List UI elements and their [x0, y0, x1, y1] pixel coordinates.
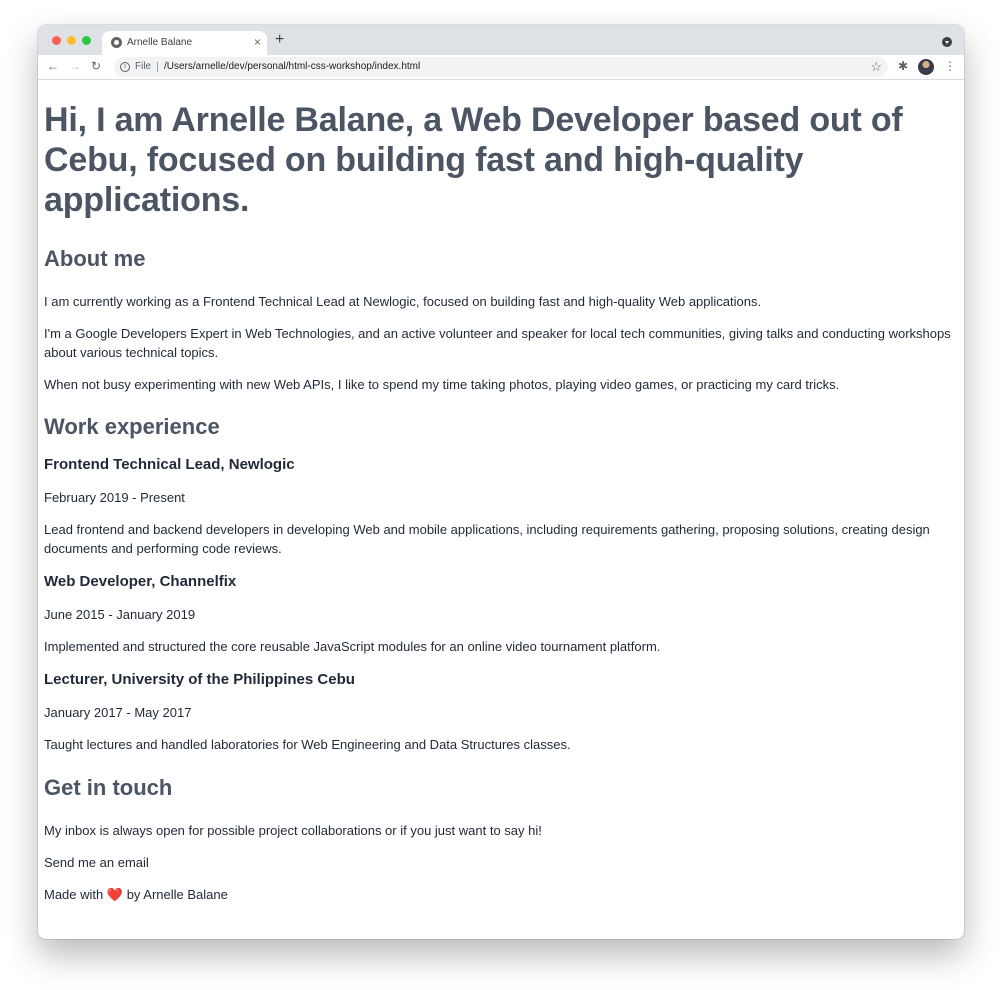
job-description: Taught lectures and handled laboratories…: [44, 737, 571, 752]
address-bar[interactable]: i File /Users/arnelle/dev/personal/html-…: [114, 57, 888, 77]
job-dates: February 2019 - Present: [44, 490, 185, 505]
tab-strip: Arnelle Balane × +: [38, 25, 964, 55]
new-tab-button[interactable]: +: [275, 32, 284, 48]
minimize-window-button[interactable]: [67, 36, 76, 45]
kebab-menu-icon[interactable]: ⋮: [944, 59, 956, 73]
close-tab-icon[interactable]: ×: [254, 35, 261, 49]
profile-avatar[interactable]: [918, 59, 934, 75]
url-text[interactable]: /Users/arnelle/dev/personal/html-css-wor…: [164, 61, 420, 72]
url-divider: [157, 62, 158, 72]
browser-window: Arnelle Balane × + ← → ↻ i File /Users/a…: [38, 25, 964, 939]
made-with-text: Made with: [44, 887, 104, 902]
bookmark-star-icon[interactable]: ☆: [870, 59, 882, 74]
work-heading: Work experience: [44, 414, 220, 439]
forward-arrow-icon[interactable]: →: [69, 59, 81, 73]
page-content: Hi, I am Arnelle Balane, a Web Developer…: [38, 81, 964, 939]
job-dates: June 2015 - January 2019: [44, 607, 196, 622]
job-title: Frontend Technical Lead, Newlogic: [44, 456, 295, 473]
job-title: Lecturer, University of the Philippines …: [44, 671, 355, 688]
job-dates: January 2017 - May 2017: [44, 705, 192, 720]
about-paragraph: I'm a Google Developers Expert in Web Te…: [44, 326, 951, 360]
back-arrow-icon[interactable]: ←: [47, 59, 59, 73]
contact-heading: Get in touch: [44, 775, 173, 800]
extensions-puzzle-icon[interactable]: ✱: [898, 59, 908, 73]
heart-icon: ❤️: [106, 887, 124, 902]
contact-text: My inbox is always open for possible pro…: [44, 823, 542, 838]
close-window-button[interactable]: [52, 36, 61, 45]
scheme-label: File: [135, 61, 152, 72]
hero-heading: Hi, I am Arnelle Balane, a Web Developer…: [44, 101, 903, 219]
about-paragraph: When not busy experimenting with new Web…: [44, 377, 840, 392]
info-icon[interactable]: i: [120, 62, 130, 72]
tab-search-icon[interactable]: [942, 37, 952, 47]
job-description: Lead frontend and backend developers in …: [44, 522, 930, 556]
maximize-window-button[interactable]: [82, 36, 91, 45]
tab-title: Arnelle Balane: [127, 37, 193, 48]
job-description: Implemented and structured the core reus…: [44, 639, 661, 654]
job-title: Web Developer, Channelfix: [44, 573, 237, 590]
active-tab[interactable]: Arnelle Balane ×: [102, 31, 267, 55]
email-link[interactable]: Send me an email: [44, 853, 958, 872]
footer-credit: Made with ❤️ by Arnelle Balane: [44, 885, 958, 904]
reload-icon[interactable]: ↻: [91, 59, 101, 73]
browser-toolbar: ← → ↻ i File /Users/arnelle/dev/personal…: [38, 55, 964, 80]
about-paragraph: I am currently working as a Frontend Tec…: [44, 294, 762, 309]
footer-author: by Arnelle Balane: [126, 887, 228, 902]
globe-icon: [111, 37, 122, 48]
about-heading: About me: [44, 246, 146, 271]
